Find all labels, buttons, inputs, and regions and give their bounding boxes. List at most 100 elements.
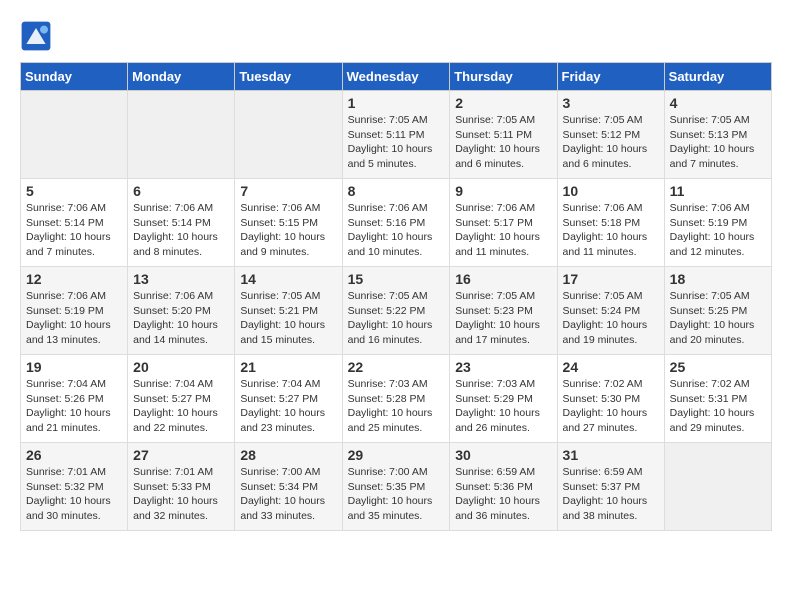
day-number: 8: [348, 183, 445, 199]
calendar-cell: 31Sunrise: 6:59 AM Sunset: 5:37 PM Dayli…: [557, 443, 664, 531]
column-header-friday: Friday: [557, 63, 664, 91]
day-info: Sunrise: 7:05 AM Sunset: 5:25 PM Dayligh…: [670, 289, 766, 348]
day-info: Sunrise: 7:04 AM Sunset: 5:26 PM Dayligh…: [26, 377, 122, 436]
day-info: Sunrise: 7:02 AM Sunset: 5:30 PM Dayligh…: [563, 377, 659, 436]
day-info: Sunrise: 7:05 AM Sunset: 5:13 PM Dayligh…: [670, 113, 766, 172]
day-info: Sunrise: 7:06 AM Sunset: 5:17 PM Dayligh…: [455, 201, 551, 260]
calendar-cell: 30 Sunrise: 6:59 AM Sunset: 5:36 PM Dayli…: [450, 443, 557, 531]
week-row-2: 5 Sunrise: 7:06 AM Sunset: 5:14 PM Daylig…: [21, 179, 772, 267]
day-number: 22: [348, 359, 445, 375]
calendar-cell: [21, 91, 128, 179]
day-info: Sunrise: 6:59 AM Sunset: 5:36 PM Dayligh…: [455, 465, 551, 524]
calendar-table: SundayMondayTuesdayWednesdayThursdayFrid…: [20, 62, 772, 531]
day-info: Sunrise: 7:06 AM Sunset: 5:19 PM Dayligh…: [26, 289, 122, 348]
day-info: Sunrise: 7:05 AM Sunset: 5:12 PM Dayligh…: [563, 113, 659, 172]
day-number: 1: [348, 95, 445, 111]
day-info: Sunrise: 7:06 AM Sunset: 5:14 PM Dayligh…: [26, 201, 122, 260]
calendar-cell: 11 Sunrise: 7:06 AM Sunset: 5:19 PM Dayli…: [664, 179, 771, 267]
day-number: 6: [133, 183, 229, 199]
calendar-cell: [128, 91, 235, 179]
day-number: 30: [455, 447, 551, 463]
calendar-cell: 24Sunrise: 7:02 AM Sunset: 5:30 PM Dayli…: [557, 355, 664, 443]
calendar-cell: 3Sunrise: 7:05 AM Sunset: 5:12 PM Daylig…: [557, 91, 664, 179]
column-header-saturday: Saturday: [664, 63, 771, 91]
calendar-cell: 26 Sunrise: 7:01 AM Sunset: 5:32 PM Dayli…: [21, 443, 128, 531]
calendar-cell: 28Sunrise: 7:00 AM Sunset: 5:34 PM Dayli…: [235, 443, 342, 531]
logo: [20, 20, 56, 52]
calendar-cell: 8 Sunrise: 7:06 AM Sunset: 5:16 PM Daylig…: [342, 179, 450, 267]
day-number: 7: [240, 183, 336, 199]
day-info: Sunrise: 7:04 AM Sunset: 5:27 PM Dayligh…: [133, 377, 229, 436]
calendar-cell: 19 Sunrise: 7:04 AM Sunset: 5:26 PM Dayli…: [21, 355, 128, 443]
day-info: Sunrise: 7:06 AM Sunset: 5:20 PM Dayligh…: [133, 289, 229, 348]
calendar-cell: [235, 91, 342, 179]
day-number: 13: [133, 271, 229, 287]
day-number: 23: [455, 359, 551, 375]
day-number: 10: [563, 183, 659, 199]
week-row-1: 1 Sunrise: 7:05 AM Sunset: 5:11 PM Daylig…: [21, 91, 772, 179]
calendar-cell: 2Sunrise: 7:05 AM Sunset: 5:11 PM Daylig…: [450, 91, 557, 179]
day-number: 15: [348, 271, 445, 287]
day-info: Sunrise: 7:01 AM Sunset: 5:32 PM Dayligh…: [26, 465, 122, 524]
calendar-cell: 25Sunrise: 7:02 AM Sunset: 5:31 PM Dayli…: [664, 355, 771, 443]
day-info: Sunrise: 7:05 AM Sunset: 5:11 PM Dayligh…: [348, 113, 445, 172]
day-number: 20: [133, 359, 229, 375]
day-number: 11: [670, 183, 766, 199]
day-info: Sunrise: 7:04 AM Sunset: 5:27 PM Dayligh…: [240, 377, 336, 436]
calendar-cell: 27 Sunrise: 7:01 AM Sunset: 5:33 PM Dayli…: [128, 443, 235, 531]
day-info: Sunrise: 7:02 AM Sunset: 5:31 PM Dayligh…: [670, 377, 766, 436]
calendar-cell: 20 Sunrise: 7:04 AM Sunset: 5:27 PM Dayli…: [128, 355, 235, 443]
day-number: 17: [563, 271, 659, 287]
column-header-monday: Monday: [128, 63, 235, 91]
day-info: Sunrise: 7:06 AM Sunset: 5:19 PM Dayligh…: [670, 201, 766, 260]
day-number: 9: [455, 183, 551, 199]
day-info: Sunrise: 7:05 AM Sunset: 5:24 PM Dayligh…: [563, 289, 659, 348]
calendar-cell: 7Sunrise: 7:06 AM Sunset: 5:15 PM Daylig…: [235, 179, 342, 267]
day-number: 21: [240, 359, 336, 375]
day-number: 14: [240, 271, 336, 287]
column-header-tuesday: Tuesday: [235, 63, 342, 91]
calendar-cell: 5 Sunrise: 7:06 AM Sunset: 5:14 PM Daylig…: [21, 179, 128, 267]
day-info: Sunrise: 7:03 AM Sunset: 5:28 PM Dayligh…: [348, 377, 445, 436]
calendar-cell: 6 Sunrise: 7:06 AM Sunset: 5:14 PM Daylig…: [128, 179, 235, 267]
calendar-body: 1 Sunrise: 7:05 AM Sunset: 5:11 PM Daylig…: [21, 91, 772, 531]
calendar-cell: 29Sunrise: 7:00 AM Sunset: 5:35 PM Dayli…: [342, 443, 450, 531]
day-number: 27: [133, 447, 229, 463]
calendar-cell: 10 Sunrise: 7:06 AM Sunset: 5:18 PM Dayli…: [557, 179, 664, 267]
day-number: 2: [455, 95, 551, 111]
day-info: Sunrise: 7:06 AM Sunset: 5:16 PM Dayligh…: [348, 201, 445, 260]
day-number: 16: [455, 271, 551, 287]
day-info: Sunrise: 6:59 AM Sunset: 5:37 PM Dayligh…: [563, 465, 659, 524]
day-info: Sunrise: 7:01 AM Sunset: 5:33 PM Dayligh…: [133, 465, 229, 524]
calendar-cell: 23 Sunrise: 7:03 AM Sunset: 5:29 PM Dayli…: [450, 355, 557, 443]
calendar-cell: 18 Sunrise: 7:05 AM Sunset: 5:25 PM Dayli…: [664, 267, 771, 355]
day-info: Sunrise: 7:05 AM Sunset: 5:23 PM Dayligh…: [455, 289, 551, 348]
day-number: 12: [26, 271, 122, 287]
week-row-3: 12 Sunrise: 7:06 AM Sunset: 5:19 PM Dayli…: [21, 267, 772, 355]
calendar-cell: 9 Sunrise: 7:06 AM Sunset: 5:17 PM Daylig…: [450, 179, 557, 267]
calendar-cell: [664, 443, 771, 531]
calendar-cell: 14 Sunrise: 7:05 AM Sunset: 5:21 PM Dayli…: [235, 267, 342, 355]
calendar-cell: 4Sunrise: 7:05 AM Sunset: 5:13 PM Daylig…: [664, 91, 771, 179]
calendar-header: SundayMondayTuesdayWednesdayThursdayFrid…: [21, 63, 772, 91]
day-info: Sunrise: 7:03 AM Sunset: 5:29 PM Dayligh…: [455, 377, 551, 436]
day-number: 26: [26, 447, 122, 463]
calendar-cell: 22 Sunrise: 7:03 AM Sunset: 5:28 PM Dayli…: [342, 355, 450, 443]
calendar-cell: 15Sunrise: 7:05 AM Sunset: 5:22 PM Dayli…: [342, 267, 450, 355]
day-info: Sunrise: 7:06 AM Sunset: 5:14 PM Dayligh…: [133, 201, 229, 260]
day-info: Sunrise: 7:06 AM Sunset: 5:18 PM Dayligh…: [563, 201, 659, 260]
day-number: 28: [240, 447, 336, 463]
week-row-5: 26 Sunrise: 7:01 AM Sunset: 5:32 PM Dayli…: [21, 443, 772, 531]
logo-icon: [20, 20, 52, 52]
day-info: Sunrise: 7:05 AM Sunset: 5:21 PM Dayligh…: [240, 289, 336, 348]
column-header-sunday: Sunday: [21, 63, 128, 91]
calendar-cell: 17 Sunrise: 7:05 AM Sunset: 5:24 PM Dayli…: [557, 267, 664, 355]
day-number: 18: [670, 271, 766, 287]
week-row-4: 19 Sunrise: 7:04 AM Sunset: 5:26 PM Dayli…: [21, 355, 772, 443]
column-header-thursday: Thursday: [450, 63, 557, 91]
day-number: 29: [348, 447, 445, 463]
day-number: 5: [26, 183, 122, 199]
calendar-cell: 13 Sunrise: 7:06 AM Sunset: 5:20 PM Dayli…: [128, 267, 235, 355]
day-number: 19: [26, 359, 122, 375]
calendar-cell: 12 Sunrise: 7:06 AM Sunset: 5:19 PM Dayli…: [21, 267, 128, 355]
